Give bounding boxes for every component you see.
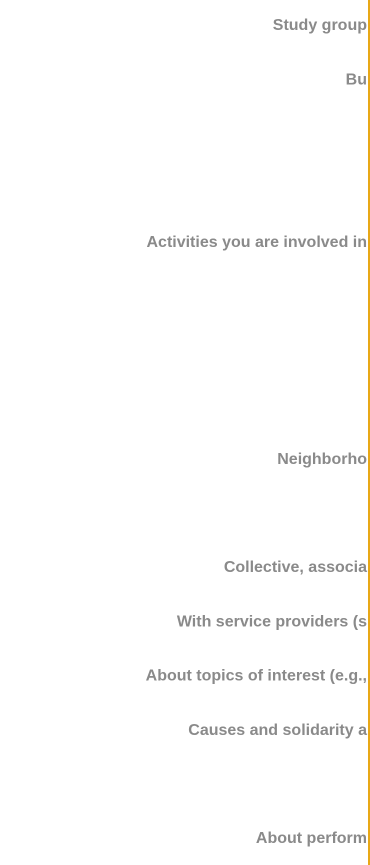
category-label: Neighborho [277,451,367,468]
category-label: About topics of interest (e.g., [146,668,367,685]
category-label: Bu [346,71,367,88]
category-label: About perform [256,830,367,847]
bar-chart: Study group Bu Activities you are involved… [146,0,370,865]
category-labels: Study group Bu Activities you are involved… [146,17,368,847]
category-label: Study group [273,17,367,34]
category-label: Causes and solidarity a [188,722,367,739]
category-label: Activities you are involved in [146,234,367,251]
chart-container: Study group Bu Activities you are involved… [0,0,370,865]
category-label: With service providers (s [177,613,367,630]
category-label: Collective, associa [224,559,367,576]
